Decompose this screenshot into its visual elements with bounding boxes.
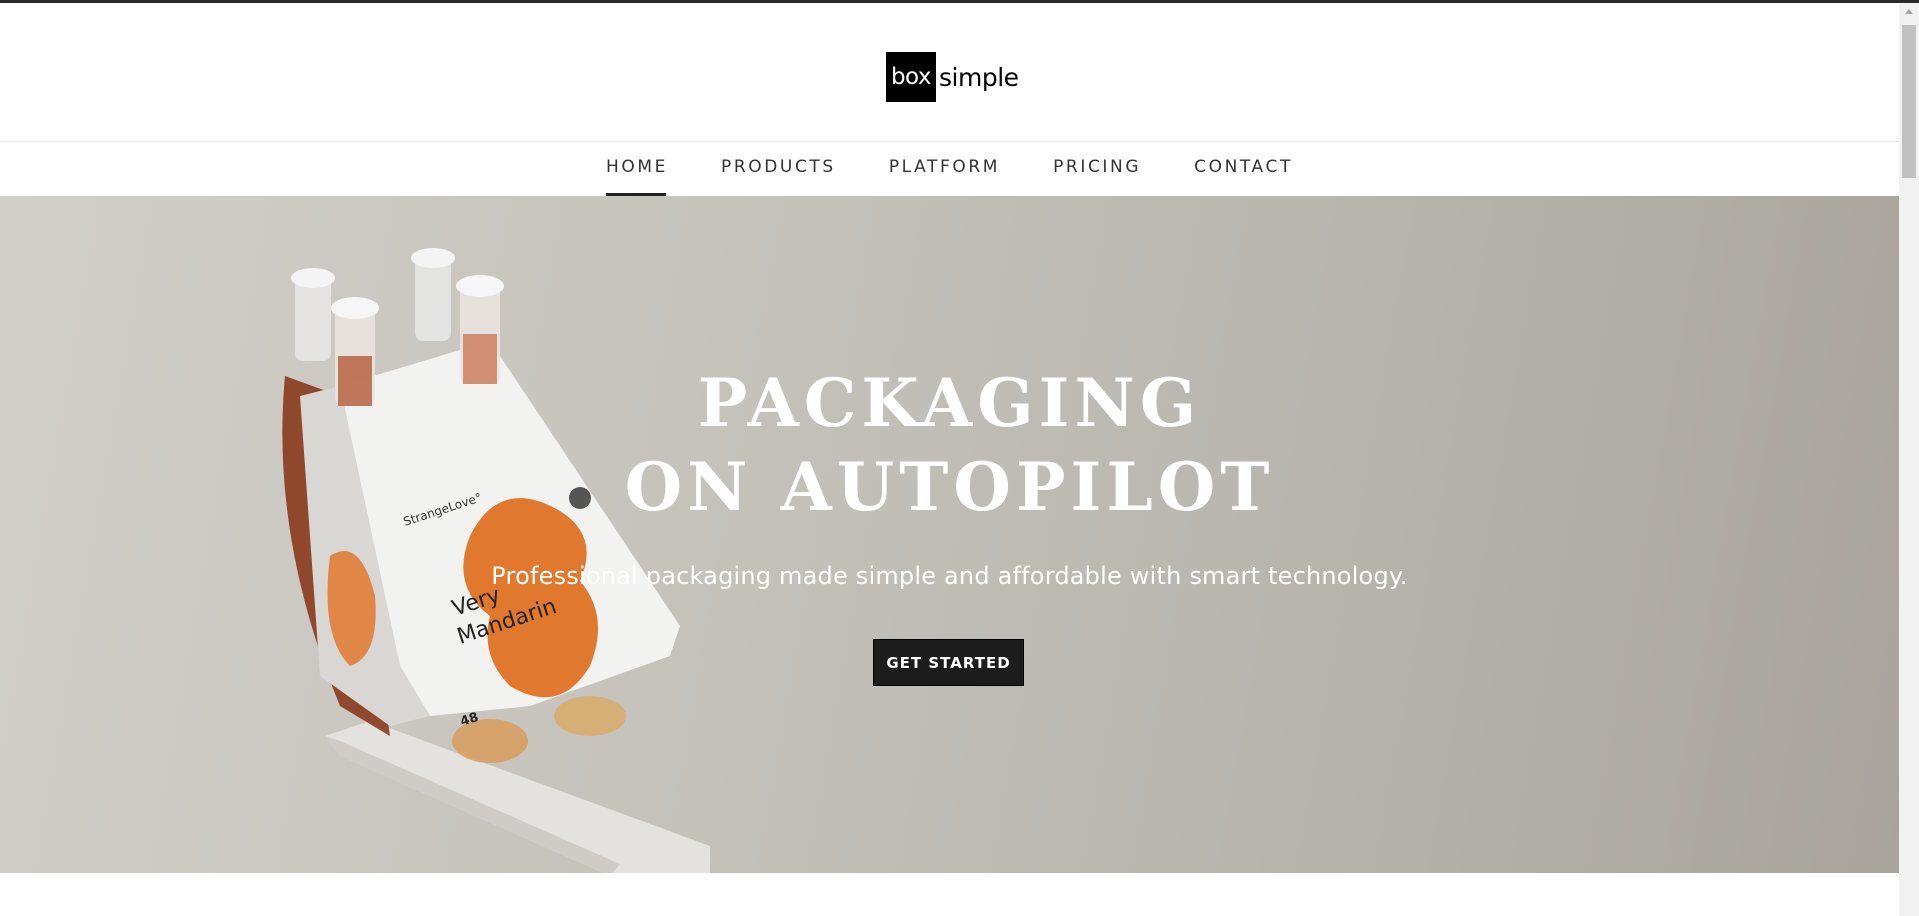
hero-section: StrangeLove° Very Mandarin 48 PACKAGING …	[0, 196, 1899, 873]
nav-item-pricing[interactable]: PRICING	[1053, 142, 1141, 197]
vertical-scrollbar[interactable]	[1899, 3, 1919, 916]
page: box simple HOME PRODUCTS PLATFORM PRICIN…	[0, 3, 1899, 916]
nav-item-platform[interactable]: PLATFORM	[889, 142, 1000, 197]
scroll-up-arrow-icon[interactable]	[1905, 9, 1913, 14]
hero-content: PACKAGING ON AUTOPILOT Professional pack…	[0, 196, 1899, 873]
nav-item-products[interactable]: PRODUCTS	[721, 142, 836, 197]
nav-item-contact[interactable]: CONTACT	[1194, 142, 1293, 197]
brand-logo[interactable]: box simple	[886, 52, 1019, 102]
nav-item-home[interactable]: HOME	[606, 142, 668, 197]
get-started-button[interactable]: GET STARTED	[873, 639, 1024, 686]
site-header: box simple	[0, 3, 1899, 142]
hero-title-line1: PACKAGING	[697, 364, 1202, 442]
scrollbar-thumb[interactable]	[1902, 25, 1916, 178]
hero-title-line2: ON AUTOPILOT	[624, 448, 1275, 526]
logo-word-text: simple	[939, 62, 1019, 92]
logo-box-text: box	[886, 52, 936, 102]
main-nav: HOME PRODUCTS PLATFORM PRICING CONTACT	[0, 142, 1899, 197]
nav-list: HOME PRODUCTS PLATFORM PRICING CONTACT	[606, 142, 1346, 197]
hero-subtitle: Professional packaging made simple and a…	[491, 562, 1408, 590]
hero-title: PACKAGING ON AUTOPILOT	[0, 361, 1899, 529]
